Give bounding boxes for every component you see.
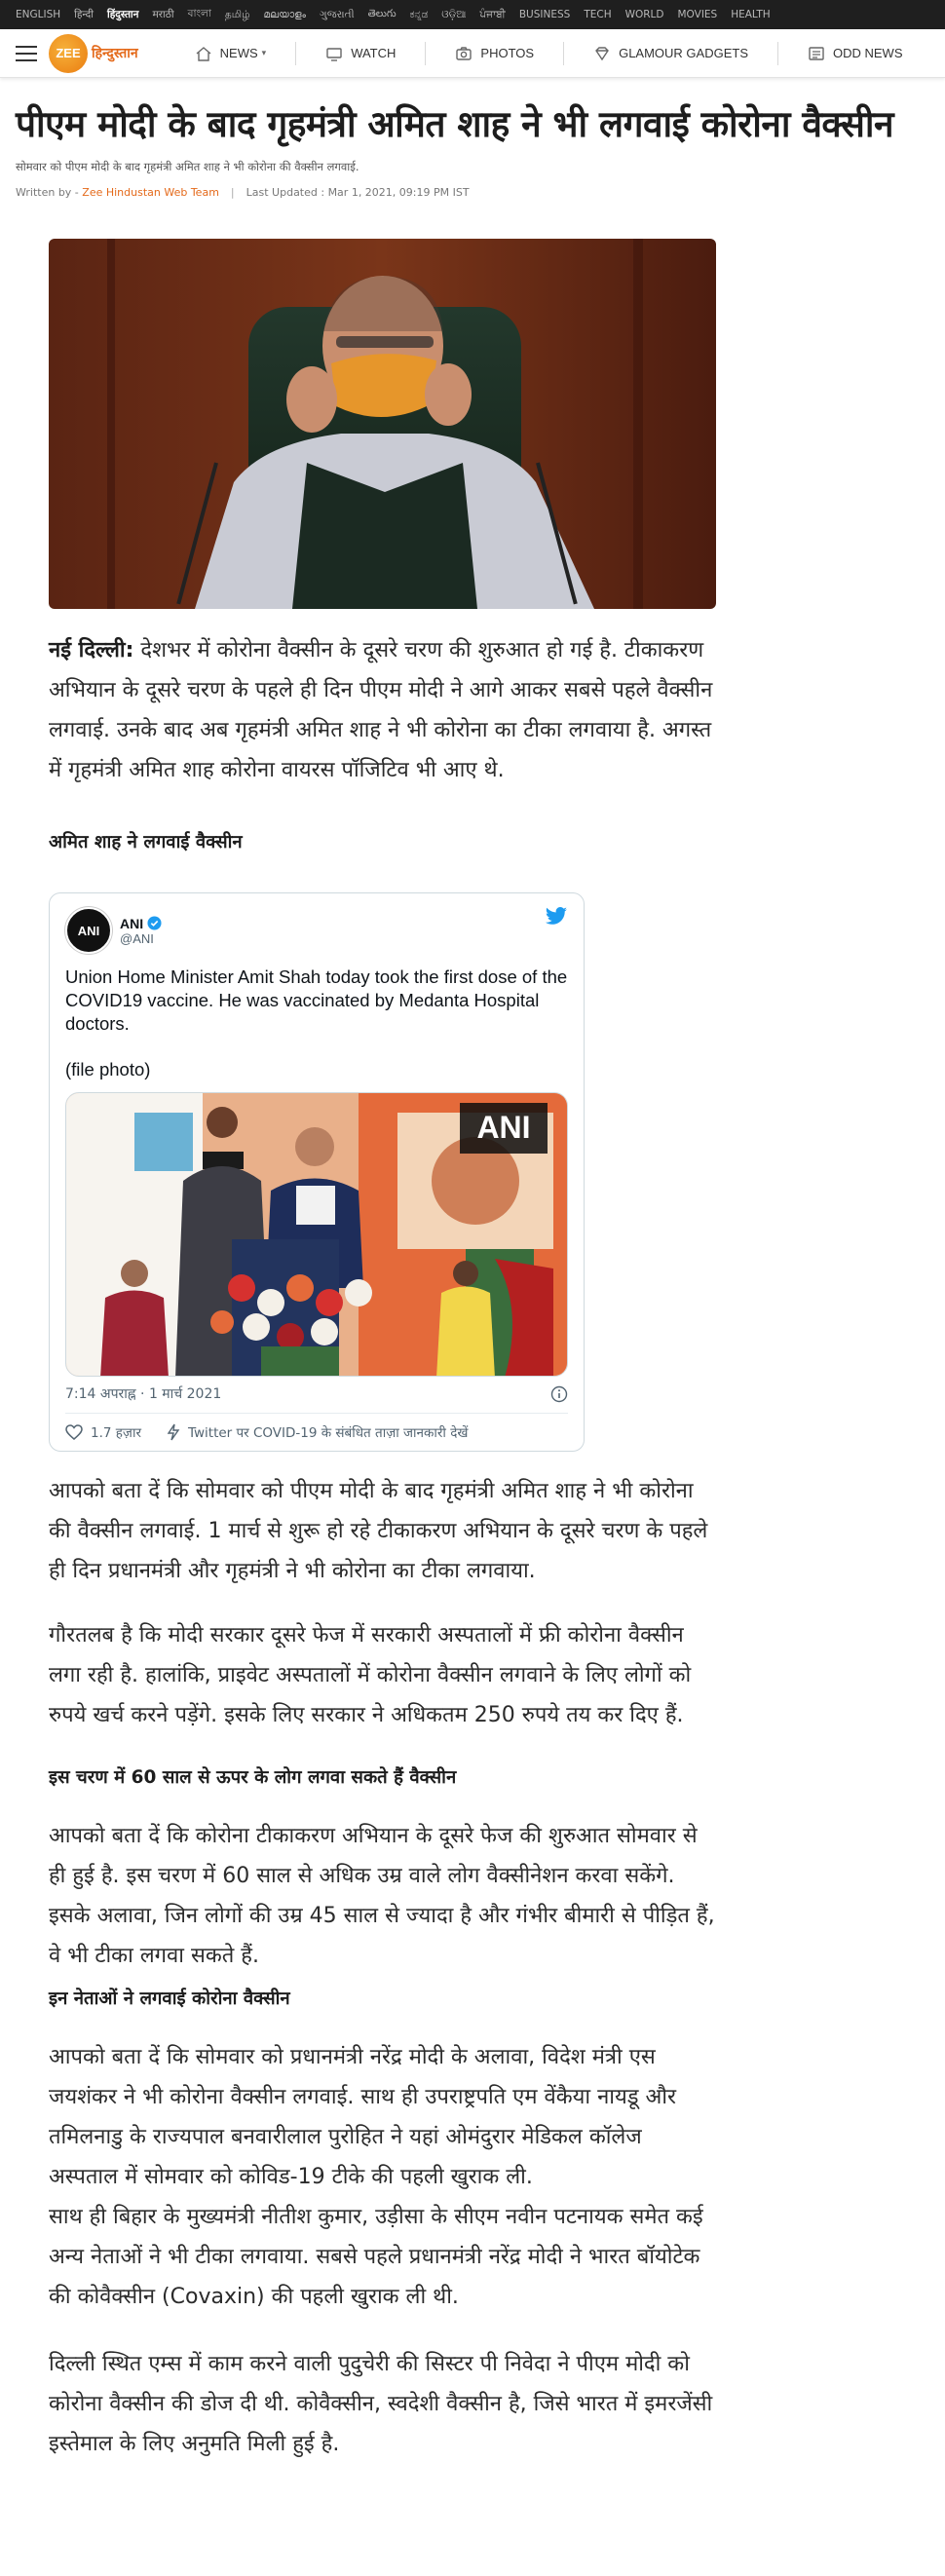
site-logo[interactable]: ZEE हिन्दुस्तान xyxy=(49,33,138,73)
avatar[interactable]: ANI xyxy=(65,907,112,954)
lang-link-gujarati[interactable]: ગુજરાતી xyxy=(320,9,355,21)
body-paragraph: आपको बता दें कि कोरोना टीकाकरण अभियान के… xyxy=(49,1824,715,1968)
lead-paragraph: नई दिल्ली: देशभर में कोरोना वैक्सीन के द… xyxy=(49,630,716,790)
tweet-name-text: ANI xyxy=(120,915,144,931)
lead-text: देशभर में कोरोना वैक्सीन के दूसरे चरण की… xyxy=(49,638,713,782)
lang-link-movies[interactable]: MOVIES xyxy=(678,9,718,20)
author-link[interactable]: Zee Hindustan Web Team xyxy=(82,186,219,199)
nav-items: NEWS ▾ WATCH PHOTOS GLAMOUR GADGETS ODD … xyxy=(166,41,932,65)
nav-item-label: GLAMOUR GADGETS xyxy=(619,46,748,60)
chevron-down-icon: ▾ xyxy=(261,48,267,57)
body-paragraph: आपको बता दें कि सोमवार को पीएम मोदी के ब… xyxy=(49,1479,708,1583)
nav-item-news[interactable]: NEWS ▾ xyxy=(166,41,297,65)
lang-link-tech[interactable]: TECH xyxy=(584,9,611,20)
tweet-photo-note: (file photo) xyxy=(65,1059,151,1080)
page-title: पीएम मोदी के बाद गृहमंत्री अमित शाह ने भ… xyxy=(16,103,894,145)
lang-link-health[interactable]: HEALTH xyxy=(731,9,770,20)
like-count: 1.7 हज़ार xyxy=(91,1425,141,1441)
body-paragraph: दिल्ली स्थित एम्स में काम करने वाली पुदु… xyxy=(49,2352,713,2456)
tweet-handle[interactable]: @ANI xyxy=(120,931,162,946)
like-button[interactable]: 1.7 हज़ार xyxy=(65,1423,141,1441)
verified-badge-icon xyxy=(147,916,162,930)
nav-item-label: ODD NEWS xyxy=(833,46,903,60)
camera-icon xyxy=(456,46,472,60)
logo-text: हिन्दुस्तान xyxy=(92,45,138,60)
tv-icon xyxy=(326,47,342,61)
tweet-header: ANI ANI @ANI xyxy=(65,907,568,954)
last-updated: Last Updated : Mar 1, 2021, 09:19 PM IST xyxy=(246,186,470,199)
subheading: इस चरण में 60 साल से ऊपर के लोग लगवा सकत… xyxy=(49,1767,457,1788)
dateline: नई दिल्ली: xyxy=(49,638,134,663)
info-icon[interactable] xyxy=(550,1385,568,1403)
language-bar: ENGLISH हिन्दी हिंदुस्तान मराठी বাংলা தம… xyxy=(0,0,945,29)
nav-item-watch[interactable]: WATCH xyxy=(296,41,427,65)
lang-link-hindustan[interactable]: हिंदुस्तान xyxy=(107,8,139,21)
article-summary: सोमवार को पीएम मोदी के बाद गृहमंत्री अमि… xyxy=(16,160,359,173)
body-paragraph: साथ ही बिहार के मुख्यमंत्री नीतीश कुमार,… xyxy=(49,2205,703,2309)
tweet-text: Union Home Minister Amit Shah today took… xyxy=(65,966,568,1034)
nav-item-glamour-gadgets[interactable]: GLAMOUR GADGETS xyxy=(564,41,778,65)
lang-link-bangla[interactable]: বাংলা xyxy=(188,7,211,23)
tweet-timestamp[interactable]: 7:14 अपराह्न · 1 मार्च 2021 xyxy=(65,1384,221,1403)
newspaper-icon xyxy=(809,46,824,60)
diamond-icon xyxy=(595,46,609,60)
lang-link-kannada[interactable]: ಕನ್ನಡ xyxy=(410,9,429,21)
covid-info-text: Twitter पर COVID-19 के संबंधित ताज़ा जान… xyxy=(187,1425,469,1441)
lang-link-hindi[interactable]: हिन्दी xyxy=(74,8,94,21)
tweet-author-name[interactable]: ANI xyxy=(120,916,162,931)
tweet-media[interactable]: ANI xyxy=(65,1092,568,1377)
hero-illustration xyxy=(49,239,716,609)
nav-item-odd-news[interactable]: ODD NEWS xyxy=(778,42,932,65)
article-header: पीएम मोदी के बाद गृहमंत्री अमित शाह ने भ… xyxy=(0,78,945,199)
lang-link-world[interactable]: WORLD xyxy=(625,9,664,20)
tweet-author: ANI @ANI xyxy=(120,916,162,946)
byline-prefix: Written by - xyxy=(16,186,83,199)
nav-item-label: PHOTOS xyxy=(480,46,535,60)
covid-info-link[interactable]: Twitter पर COVID-19 के संबंधित ताज़ा जान… xyxy=(167,1423,468,1441)
lang-link-business[interactable]: BUSINESS xyxy=(519,9,570,20)
nav-item-photos[interactable]: PHOTOS xyxy=(426,41,565,65)
nav-item-label: NEWS xyxy=(219,46,258,60)
article-body: नई दिल्ली: देशभर में कोरोना वैक्सीन के द… xyxy=(0,239,716,2464)
lang-link-odia[interactable]: ଓଡ଼ିଆ xyxy=(441,9,466,21)
tweet-meta: 7:14 अपराह्न · 1 मार्च 2021 xyxy=(65,1384,568,1403)
embedded-tweet[interactable]: ANI ANI @ANI Union Home Minister Amit Sh… xyxy=(49,892,585,1452)
lang-link-tamil[interactable]: தமிழ் xyxy=(225,9,250,21)
media-watermark: ANI xyxy=(476,1110,530,1145)
twitter-bird-icon[interactable] xyxy=(545,907,568,927)
lang-link-telugu[interactable]: తెలుగు xyxy=(368,8,397,22)
logo-mark: ZEE xyxy=(49,33,88,73)
tweet-actions: 1.7 हज़ार Twitter पर COVID-19 के संबंधित… xyxy=(65,1413,568,1441)
tweet-media-illustration: ANI xyxy=(66,1093,567,1376)
body-paragraph: आपको बता दें कि सोमवार को प्रधानमंत्री न… xyxy=(49,2045,677,2189)
lang-link-punjabi[interactable]: ਪੰਜਾਬੀ xyxy=(479,9,505,21)
lang-link-malayalam[interactable]: മലയാളം xyxy=(264,9,307,21)
main-nav: ZEE हिन्दुस्तान NEWS ▾ WATCH PHOTOS GLAM… xyxy=(0,29,945,78)
hero-image xyxy=(49,239,716,609)
byline-separator: | xyxy=(230,186,235,199)
menu-icon[interactable] xyxy=(16,45,37,61)
byline: Written by - Zee Hindustan Web Team | Last… xyxy=(16,186,929,199)
lightning-icon xyxy=(167,1423,180,1441)
home-icon xyxy=(196,46,211,61)
lang-link-marathi[interactable]: मराठी xyxy=(152,8,173,21)
subheading: अमित शाह ने लगवाई वैक्सीन xyxy=(49,832,243,852)
subheading: इन नेताओं ने लगवाई कोरोना वैक्सीन xyxy=(49,1989,290,2009)
nav-item-label: WATCH xyxy=(351,46,397,60)
lang-link-english[interactable]: ENGLISH xyxy=(16,9,60,20)
heart-icon xyxy=(65,1424,83,1440)
body-paragraph: गौरतलब है कि मोदी सरकार दूसरे फेज में सर… xyxy=(49,1623,692,1727)
